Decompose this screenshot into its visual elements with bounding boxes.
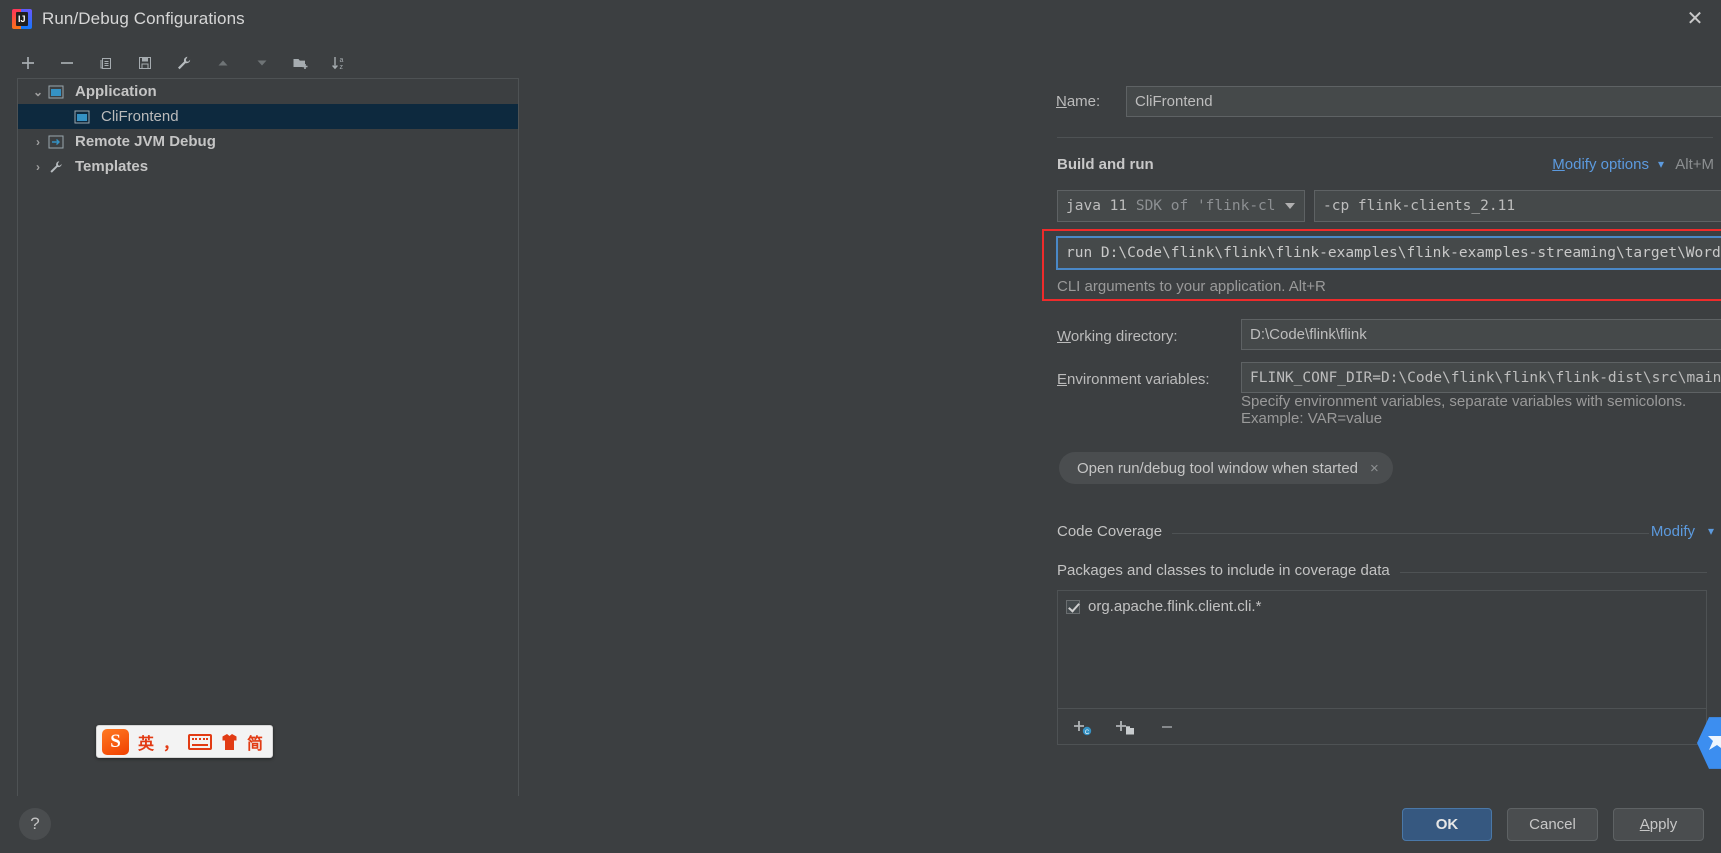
working-directory-input[interactable]: D:\Code\flink\flink — [1241, 319, 1721, 350]
ok-button[interactable]: OK — [1402, 808, 1492, 841]
coverage-list-toolbar: C — [1057, 709, 1707, 745]
working-directory-label: Working directory: — [1057, 328, 1178, 345]
apply-button[interactable]: Apply — [1613, 808, 1704, 841]
ime-punctuation-toggle[interactable]: ， — [163, 730, 179, 754]
cancel-button[interactable]: Cancel — [1507, 808, 1598, 841]
coverage-entry-checkbox[interactable] — [1066, 599, 1080, 614]
divider — [1057, 137, 1713, 138]
svg-text:a: a — [340, 57, 344, 64]
cli-arguments-input[interactable]: run D:\Code\flink\flink\flink-examples\f… — [1056, 236, 1721, 270]
move-down-button[interactable] — [251, 52, 273, 74]
modify-options-link[interactable]: Modify options — [1552, 156, 1649, 173]
application-icon — [74, 109, 94, 125]
packages-section-title: Packages and classes to include in cover… — [1057, 562, 1400, 579]
dialog-footer: ? OK Cancel Apply — [0, 796, 1721, 853]
window-title: Run/Debug Configurations — [42, 9, 245, 28]
name-input[interactable]: CliFrontend — [1126, 86, 1721, 117]
svg-text:z: z — [340, 64, 344, 71]
coverage-packages-list[interactable]: org.apache.flink.client.cli.* — [1057, 590, 1707, 709]
add-configuration-button[interactable] — [17, 52, 39, 74]
sdk-value: java 11 — [1066, 198, 1128, 214]
option-chip-open-run-debug-tool-window[interactable]: Open run/debug tool window when started … — [1059, 452, 1393, 484]
jre-sdk-combo[interactable]: java 11 SDK of 'flink-cl — [1057, 190, 1305, 222]
tree-item-clifrontend[interactable]: CliFrontend — [18, 104, 518, 129]
tree-item-remote-jvm-debug[interactable]: › Remote JVM Debug — [18, 129, 518, 154]
environment-variables-input[interactable]: FLINK_CONF_DIR=D:\Code\flink\flink\flink… — [1241, 362, 1721, 393]
chevron-down-icon[interactable]: ▾ — [1658, 157, 1664, 171]
ime-mode-toggle[interactable]: 英 — [138, 730, 154, 754]
copy-configuration-button[interactable] — [95, 52, 117, 74]
add-package-button[interactable] — [1112, 715, 1138, 739]
sdk-value-dim: SDK of 'flink-cl — [1135, 198, 1276, 214]
tree-item-label: Remote JVM Debug — [75, 133, 216, 150]
configuration-editor-panel: Name: CliFrontend Store as project file … — [521, 38, 1721, 796]
close-icon[interactable]: × — [1370, 460, 1379, 477]
sogou-logo-icon[interactable]: S — [102, 728, 129, 755]
environment-variables-value: FLINK_CONF_DIR=D:\Code\flink\flink\flink… — [1250, 369, 1721, 386]
close-icon[interactable]: ✕ — [1669, 0, 1721, 38]
remote-debug-icon — [48, 134, 68, 150]
configurations-tree[interactable]: ⌄ Application CliFrontend › Remote JVM D… — [17, 78, 519, 796]
chevron-down-icon[interactable] — [1285, 203, 1295, 209]
wrench-icon[interactable] — [173, 52, 195, 74]
name-label: Name: — [1056, 93, 1101, 110]
application-icon — [48, 84, 68, 100]
chevron-right-icon[interactable]: › — [28, 160, 48, 174]
new-folder-button[interactable] — [290, 52, 312, 74]
configurations-sidebar: az ⌄ Application CliFrontend › Remote JV… — [0, 38, 521, 796]
chip-label: Open run/debug tool window when started — [1077, 459, 1359, 477]
tree-item-application[interactable]: ⌄ Application — [18, 79, 518, 104]
remove-entry-button[interactable] — [1154, 715, 1180, 739]
sogou-input-method-toolbar[interactable]: S 英 ， 简 — [96, 725, 273, 758]
chevron-down-icon[interactable]: ⌄ — [28, 85, 48, 99]
tree-item-label: Application — [75, 83, 157, 100]
wrench-icon — [48, 159, 68, 175]
remove-configuration-button[interactable] — [56, 52, 78, 74]
window-titlebar: IJ Run/Debug Configurations ✕ — [0, 0, 1721, 38]
add-class-button[interactable]: C — [1070, 715, 1096, 739]
list-item[interactable]: org.apache.flink.client.cli.* — [1058, 591, 1706, 615]
ime-simplified-toggle[interactable]: 简 — [247, 730, 263, 754]
help-button[interactable]: ? — [19, 808, 51, 840]
tree-item-label: CliFrontend — [101, 108, 179, 125]
classpath-combo[interactable]: -cp flink-clients_2.11 — [1314, 190, 1721, 222]
code-coverage-modify-link[interactable]: Modify — [1651, 523, 1695, 540]
tree-item-label: Templates — [75, 158, 149, 175]
modify-options-shortcut: Alt+M — [1675, 156, 1714, 173]
configurations-toolbar: az — [0, 46, 521, 80]
keyboard-icon[interactable] — [188, 733, 213, 750]
coverage-entry-label: org.apache.flink.client.cli.* — [1088, 598, 1262, 615]
sort-az-icon[interactable]: az — [329, 52, 351, 74]
cli-arguments-hint: CLI arguments to your application. Alt+R — [1057, 278, 1326, 295]
save-configuration-button[interactable] — [134, 52, 156, 74]
working-directory-value: D:\Code\flink\flink — [1250, 326, 1367, 343]
section-title-code-coverage: Code Coverage — [1057, 523, 1173, 540]
tree-item-templates[interactable]: › Templates — [18, 154, 518, 179]
chevron-right-icon[interactable]: › — [28, 135, 48, 149]
name-label-rest: ame: — [1066, 93, 1101, 110]
chevron-down-icon[interactable]: ▾ — [1708, 524, 1714, 538]
environment-variables-hint: Specify environment variables, separate … — [1241, 393, 1687, 427]
section-title-build-and-run: Build and run — [1057, 156, 1154, 173]
classpath-value: -cp flink-clients_2.11 — [1323, 198, 1516, 214]
intellij-idea-icon: IJ — [12, 9, 32, 29]
svg-text:C: C — [1085, 730, 1090, 736]
environment-variables-label: Environment variables: — [1057, 371, 1210, 388]
cli-arguments-value: run D:\Code\flink\flink\flink-examples\f… — [1066, 245, 1721, 261]
move-up-button[interactable] — [212, 52, 234, 74]
skin-shirt-icon[interactable] — [221, 733, 238, 751]
